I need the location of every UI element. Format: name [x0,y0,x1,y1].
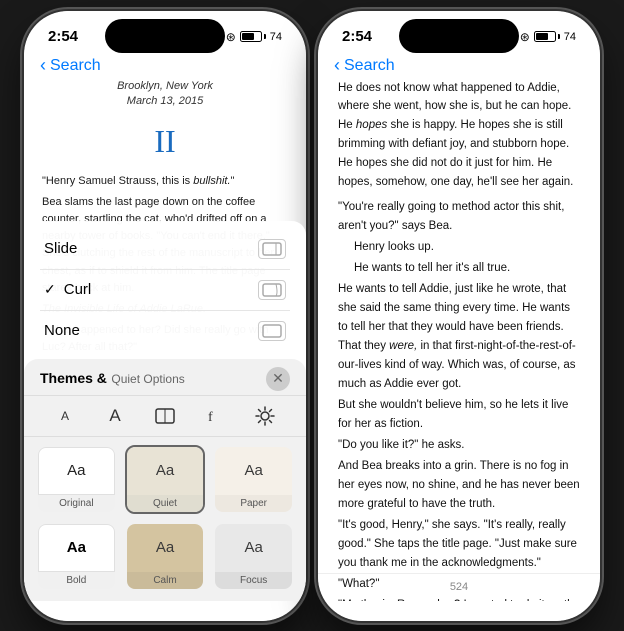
theme-focus-preview: Aa [215,524,292,572]
right-para-2: "You're really going to method actor thi… [338,198,580,236]
book-header: Brooklyn, New York March 13, 2015 [42,79,288,110]
theme-paper[interactable]: Aa Paper [213,445,294,514]
svg-text:f: f [208,410,213,425]
left-back-button[interactable]: ‹ Search [40,57,101,75]
curl-icon [258,280,286,300]
right-para-7: "Do you like it?" he asks. [338,436,580,455]
right-para-5: He wants to tell Addie, just like he wro… [338,280,580,394]
chapter-number: II [42,117,288,165]
themes-header: Themes & Quiet Options ✕ [24,359,306,395]
book-location: Brooklyn, New York [42,79,288,94]
slide-menu-item-slide[interactable]: Slide [40,229,290,270]
wifi-icon: ⊛ [226,30,236,44]
right-battery-label: 74 [564,31,576,43]
theme-focus-label: Focus [215,572,292,589]
small-a-button[interactable]: A [47,402,83,430]
theme-calm[interactable]: Aa Calm [125,522,206,591]
none-icon [258,321,286,341]
slide-menu-item-curl[interactable]: ✓ Curl [40,270,290,311]
battery-label: 74 [270,31,282,43]
right-para-8: And Bea breaks into a grin. There is no … [338,457,580,514]
slide-menu-item-none[interactable]: None [40,311,290,351]
theme-original-label: Original [38,495,115,512]
theme-original-preview: Aa [38,447,115,495]
right-para-3: Henry looks up. [338,238,580,257]
battery-icon [240,31,266,42]
right-para-4: He wants to tell her it's all true. [338,259,580,278]
close-button[interactable]: ✕ [266,367,290,391]
themes-grid: Aa Original Aa Quiet Aa Paper Aa [24,437,306,601]
theme-original[interactable]: Aa Original [36,445,117,514]
left-book-content: Brooklyn, New York March 13, 2015 II "He… [24,79,306,601]
none-label: None [44,322,80,339]
brightness-icon-button[interactable] [247,402,283,430]
right-para-9: "It's good, Henry," she says. "It's real… [338,516,580,573]
right-dynamic-island [399,19,519,53]
dynamic-island [105,19,225,53]
left-phone: 2:54 ⊛ 74 [24,11,306,621]
large-a-button[interactable]: A [97,402,133,430]
panel-overlay: Slide ✓ Curl [24,221,306,601]
chevron-left-icon: ‹ [40,56,46,74]
theme-quiet[interactable]: Aa Quiet [125,445,206,514]
theme-calm-label: Calm [127,572,204,589]
right-time: 2:54 [342,28,372,45]
right-wifi-icon: ⊛ [520,30,530,44]
left-time: 2:54 [48,28,78,45]
themes-title: Themes & [40,370,107,386]
right-text: He does not know what happened to Addie,… [338,79,580,601]
theme-calm-preview: Aa [127,524,204,572]
book-para-1: "Henry Samuel Strauss, this is bullshit.… [42,173,288,190]
themes-subtitle: Quiet Options [111,372,184,386]
right-phone: 2:54 ⊛ 74 [318,11,600,621]
themes-title-group: Themes & Quiet Options [40,370,185,388]
theme-bold[interactable]: Aa Bold [36,522,117,591]
book-date: March 13, 2015 [42,94,288,109]
theme-bold-label: Bold [38,572,115,589]
checkmark-icon: ✓ [44,281,56,298]
slide-menu: Slide ✓ Curl [24,221,306,359]
right-book-content: He does not know what happened to Addie,… [318,79,600,601]
left-nav-bar: ‹ Search [24,55,306,79]
right-nav-bar: ‹ Search [318,55,600,79]
right-back-button[interactable]: ‹ Search [334,57,395,75]
slide-label: Slide [44,240,77,257]
left-back-label: Search [50,57,101,75]
book-icon-button[interactable] [147,402,183,430]
theme-focus[interactable]: Aa Focus [213,522,294,591]
theme-paper-label: Paper [215,495,292,512]
theme-bold-preview: Aa [38,524,115,572]
right-para-6: But she wouldn't believe him, so he lets… [338,396,580,434]
slide-icon [258,239,286,259]
font-icon-button[interactable]: f [197,402,233,430]
right-battery-icon [534,31,560,42]
toolbar-row: A A f [24,395,306,437]
theme-quiet-preview: Aa [127,447,204,495]
phones-container: 2:54 ⊛ 74 [14,1,610,631]
theme-paper-preview: Aa [215,447,292,495]
page-number: 524 [318,573,600,600]
theme-quiet-label: Quiet [127,495,204,512]
curl-label: Curl [64,281,92,298]
right-back-label: Search [344,57,395,75]
right-chevron-left-icon: ‹ [334,56,340,74]
right-para-1: He does not know what happened to Addie,… [338,79,580,193]
